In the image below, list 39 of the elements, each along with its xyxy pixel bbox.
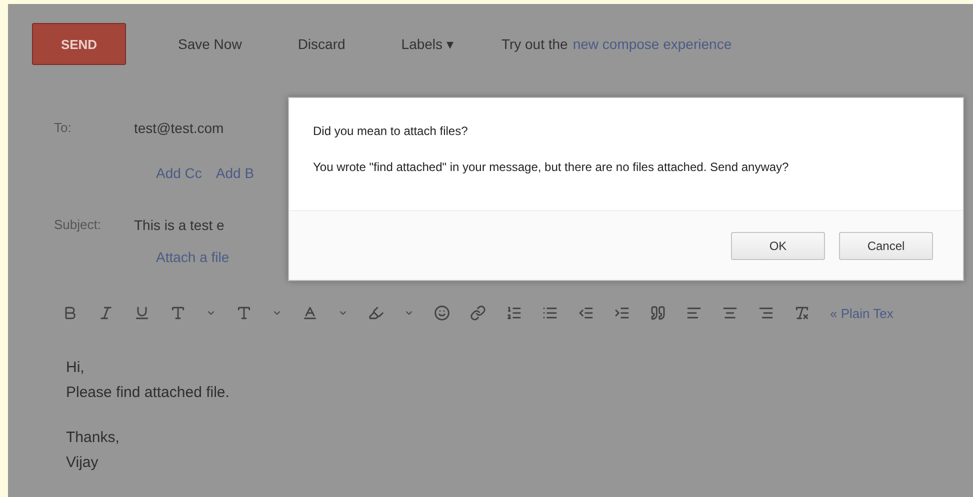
field-label: To: xyxy=(53,120,72,136)
text-color-icon[interactable] xyxy=(302,305,318,321)
italic-icon[interactable] xyxy=(98,305,114,321)
toolbar-button[interactable]: Discard xyxy=(294,30,350,58)
field-label: Subject: xyxy=(53,217,102,233)
numbered-list-icon[interactable] xyxy=(506,305,522,321)
align-center-icon[interactable] xyxy=(722,305,738,321)
dialog-button[interactable]: OK xyxy=(731,232,825,260)
text-size-icon[interactable] xyxy=(236,305,252,321)
message-line: Thanks, xyxy=(66,428,120,448)
smiley-icon[interactable] xyxy=(434,305,450,321)
add-recipient-link[interactable]: Add B xyxy=(216,165,254,181)
align-right-icon[interactable] xyxy=(758,305,774,321)
add-recipient-link[interactable]: Add Cc xyxy=(156,165,202,181)
font-icon[interactable] xyxy=(170,305,186,321)
message-line: Please find attached file. xyxy=(66,383,230,403)
dialog-button[interactable]: Cancel xyxy=(839,232,933,260)
indent-more-icon[interactable] xyxy=(614,305,630,321)
promo-text: Try out the xyxy=(501,36,568,52)
link-icon[interactable] xyxy=(470,305,486,321)
dialog-title: Did you mean to attach files? xyxy=(313,124,469,138)
labels-menu-button[interactable]: Labels ▾ xyxy=(397,30,458,58)
attach-file-link[interactable]: Attach a file xyxy=(156,249,230,265)
promo-link[interactable]: new compose experience xyxy=(572,36,732,52)
indent-less-icon[interactable] xyxy=(578,305,594,321)
subject-field[interactable]: This is a test e xyxy=(134,217,224,233)
dialog-message: You wrote "find attached" in your message, but there are no files attached. Send anyway? xyxy=(313,160,790,174)
remove-formatting-icon[interactable] xyxy=(794,305,810,321)
plain-text-link[interactable]: « Plain Tex xyxy=(830,306,894,320)
underline-icon[interactable] xyxy=(134,305,150,321)
align-left-icon[interactable] xyxy=(686,305,702,321)
message-line: Hi, xyxy=(66,358,86,378)
message-line: Vijay xyxy=(66,453,100,473)
quote-icon[interactable] xyxy=(650,305,666,321)
highlight-icon[interactable] xyxy=(368,305,384,321)
recipient-field[interactable]: test@test.com xyxy=(134,120,224,136)
send-button[interactable]: SEND xyxy=(32,23,126,65)
toolbar-button[interactable]: Save Now xyxy=(174,30,246,58)
bullet-list-icon[interactable] xyxy=(542,305,558,321)
